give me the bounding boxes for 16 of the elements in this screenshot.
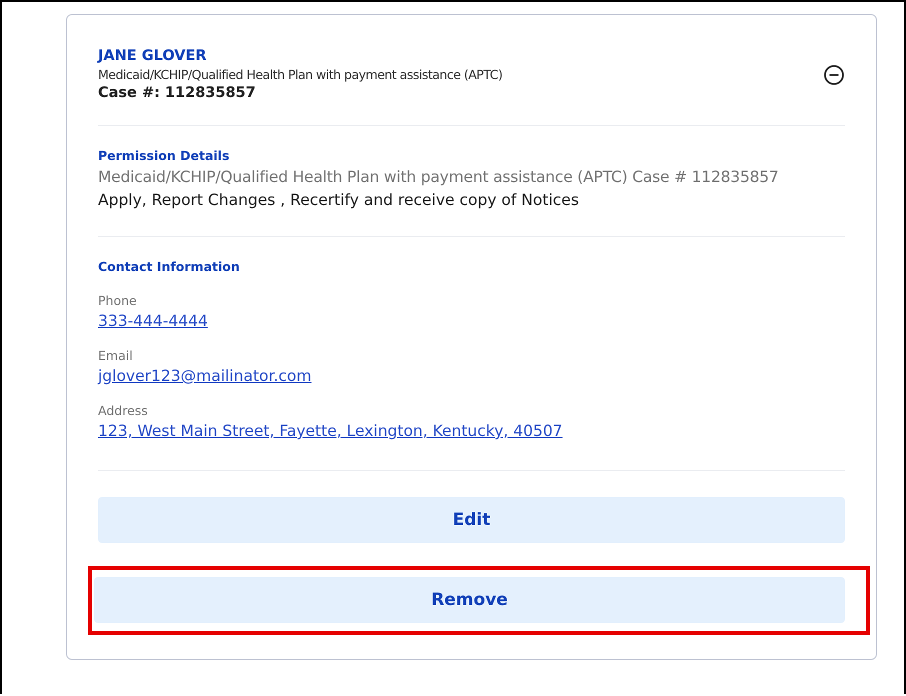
remove-button[interactable]: Remove bbox=[94, 577, 845, 623]
program-name: Medicaid/KCHIP/Qualified Health Plan with payment assistance (APTC) bbox=[98, 67, 502, 82]
case-number: Case #: 112835857 bbox=[98, 85, 257, 101]
field-label: Address bbox=[98, 403, 148, 418]
permission-list: Apply, Report Changes , Recertify and receive copy of Notices bbox=[98, 191, 845, 209]
email-link[interactable]: jglover123@mailinator.com bbox=[98, 367, 312, 385]
field-label: Email bbox=[98, 348, 133, 363]
section-title: Contact Information bbox=[98, 259, 240, 274]
collapse-icon[interactable] bbox=[823, 64, 845, 86]
field-label: Phone bbox=[98, 293, 137, 308]
edit-button[interactable]: Edit bbox=[98, 497, 845, 543]
phone-link[interactable]: 333-444-4444 bbox=[98, 312, 208, 330]
permission-program: Medicaid/KCHIP/Qualified Health Plan with payment assistance (APTC) Case # 112835857 bbox=[98, 168, 780, 186]
section-title: Permission Details bbox=[98, 148, 230, 163]
address-link[interactable]: 123, West Main Street, Fayette, Lexington, Kentucky, 40507 bbox=[98, 422, 563, 440]
person-name: JANE GLOVER bbox=[98, 48, 208, 64]
